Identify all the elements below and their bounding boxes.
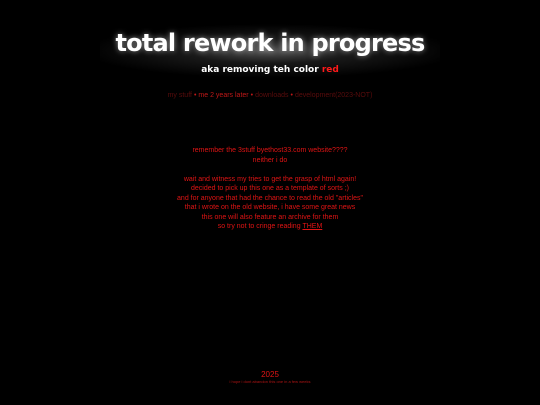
content-line: wait and witness my tries to get the gra… [183,175,357,183]
content-line: decided to pick up this one as a templat… [191,185,349,192]
them-link[interactable]: THEM [302,223,322,230]
subtitle-text: aka removing teh color [201,65,319,75]
nav-link-development[interactable]: development(2023-NOT) [295,92,372,99]
subtitle-red-word: red [321,65,339,75]
page-subtitle: aka removing teh color red [0,64,540,76]
content-line: that i wrote on the old website, i have … [184,204,356,211]
page-title: total rework in progress [115,29,426,57]
content-line: and for anyone that had the chance to re… [177,194,363,202]
content-line-text: so try not to cringe reading [217,223,301,230]
nav-link-my-stuff[interactable]: my stuff [168,92,192,99]
nav-link-me-2-years-later[interactable]: me 2 years later [198,92,248,99]
nav-bar: my stuff • me 2 years later • downloads • deve… [0,91,540,101]
page: total rework in progress aka removing te… [0,0,540,405]
content-line: this one will also feature an archive fo… [201,213,339,221]
main-content: remember the 3stuff byethost33.com websi… [0,146,540,232]
content-line: remember the 3stuff byethost33.com websi… [192,147,348,154]
nav-link-downloads[interactable]: downloads [255,92,288,99]
content-line: neither i do [252,156,288,164]
footer-note: i hope i dont abandon this one in a few … [229,379,311,384]
content-line-last: so try not to cringe reading THEM [0,222,540,232]
